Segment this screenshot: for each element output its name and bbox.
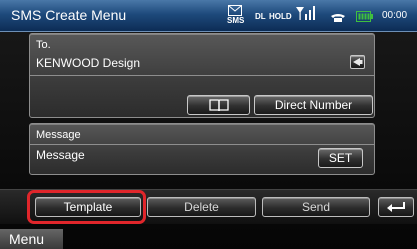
book-icon [208,99,229,112]
send-button[interactable]: Send [262,197,370,217]
battery-icon [356,9,373,27]
recipient-field[interactable]: KENWOOD Design [36,56,140,70]
dl-indicator: DL [255,12,266,21]
hold-indicator: HOLD [269,12,292,21]
phonebook-button[interactable] [187,95,250,115]
send-label: Send [301,200,331,214]
back-button[interactable] [350,55,365,69]
return-arrow-icon [387,202,405,212]
delete-label: Delete [184,200,219,214]
message-label: Message [36,129,81,141]
template-highlight-frame [27,190,146,224]
phone-icon [330,10,346,28]
clock: 00:00 [382,10,408,21]
direct-number-label: Direct Number [274,98,353,112]
left-arrow-icon [353,58,363,66]
direct-number-button[interactable]: Direct Number [254,95,373,115]
recipient-panel: To. KENWOOD Design Direct Number [29,33,375,118]
message-divider [30,144,374,145]
status-bar: SMS Create Menu SMS DL HOLD 00:00 [0,0,417,32]
set-button[interactable]: SET [318,148,363,168]
to-divider [30,75,374,76]
signal-strength-icon [296,5,316,26]
set-label: SET [328,151,353,165]
sms-envelope-icon [228,3,242,16]
menu-label: Menu [9,231,45,247]
menu-tab[interactable]: Menu [0,229,63,249]
message-field[interactable]: Message [36,148,85,162]
page-title: SMS Create Menu [11,7,127,23]
sms-indicator: SMS [227,16,245,25]
screen: SMS Create Menu SMS DL HOLD 00:00 To. KE… [0,0,417,249]
delete-button[interactable]: Delete [147,197,256,217]
to-label: To. [36,39,51,51]
return-button[interactable] [378,197,414,217]
message-panel: Message Message SET [29,123,375,175]
